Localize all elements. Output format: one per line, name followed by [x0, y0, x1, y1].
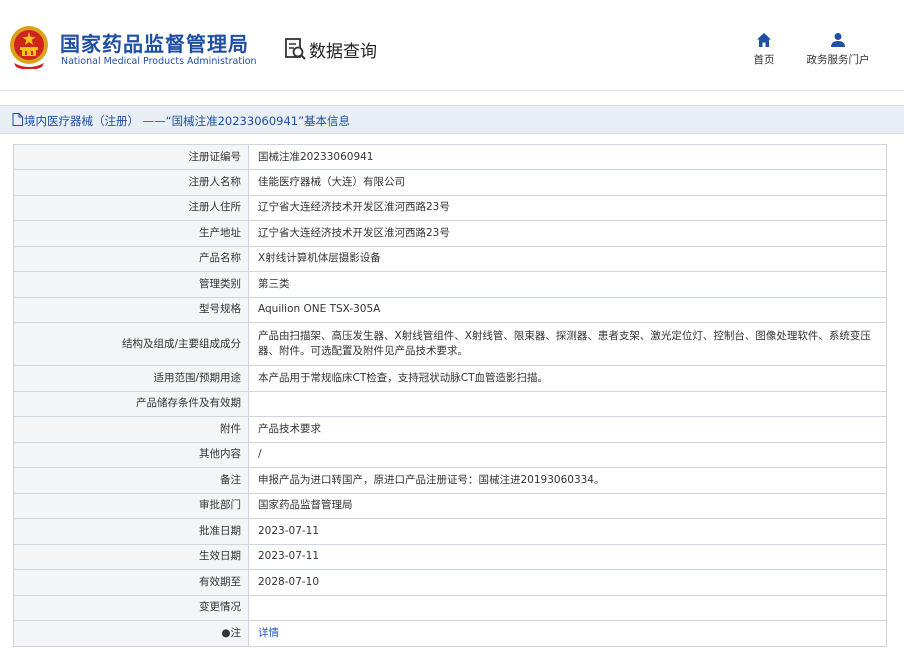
table-row: 附件 产品技术要求	[13, 416, 887, 443]
field-label: 注册人名称	[13, 169, 249, 196]
table-row: 审批部门 国家药品监督管理局	[13, 492, 887, 519]
table-row: 型号规格 Aquilion ONE TSX-305A	[13, 296, 887, 323]
field-label: ●注	[13, 620, 249, 647]
nav-service-portal[interactable]: 政务服务门户	[800, 32, 876, 67]
table-row: 适用范围/预期用途 本产品用于常规临床CT检查，支持冠状动脉CT血管造影扫描。	[13, 365, 887, 392]
field-label: 变更情况	[13, 594, 249, 621]
field-value: 2023-07-11	[248, 518, 887, 545]
table-row: 其他内容 /	[13, 441, 887, 468]
field-value: 详情	[248, 620, 887, 647]
table-row: 生效日期 2023-07-11	[13, 543, 887, 570]
site-header: 国家药品监督管理局 National Medical Products Admi…	[0, 0, 904, 92]
table-row: 注册证编号 国械注准20233060941	[13, 144, 887, 170]
field-label: 适用范围/预期用途	[13, 365, 249, 392]
table-row: 注册人名称 佳能医疗器械（大连）有限公司	[13, 169, 887, 196]
home-icon	[757, 33, 771, 47]
document-icon	[12, 113, 23, 126]
nav-home[interactable]: 首页	[744, 32, 784, 67]
details-link[interactable]: 详情	[258, 627, 279, 639]
field-label: 产品名称	[13, 245, 249, 272]
field-label: 产品储存条件及有效期	[13, 390, 249, 417]
field-value: 产品由扫描架、高压发生器、X射线管组件、X射线管、限束器、探测器、患者支架、激光…	[248, 322, 887, 366]
field-label: 注册证编号	[13, 144, 249, 170]
field-value: 2028-07-10	[248, 569, 887, 596]
field-value: 佳能医疗器械（大连）有限公司	[248, 169, 887, 196]
field-label: 其他内容	[13, 441, 249, 468]
field-value	[248, 390, 887, 417]
nav-portal-label: 政务服务门户	[806, 54, 870, 66]
org-name-cn: 国家药品监督管理局	[60, 32, 249, 56]
field-label: 附件	[13, 416, 249, 443]
field-label: 备注	[13, 467, 249, 494]
field-label: 注册人住所	[13, 194, 249, 221]
table-row: 产品名称 X射线计算机体层摄影设备	[13, 245, 887, 272]
field-label: 批准日期	[13, 518, 249, 545]
field-value: 申报产品为进口转国产，原进口产品注册证号：国械注进20193060334。	[248, 467, 887, 494]
breadcrumb-title: 境内医疗器械（注册） ——“国械注准20233060941”基本信息	[24, 114, 351, 128]
field-label: 型号规格	[13, 296, 249, 323]
national-emblem-icon	[10, 26, 48, 69]
user-icon	[831, 33, 845, 47]
section-title: 数据查询	[309, 42, 377, 62]
field-value: X射线计算机体层摄影设备	[248, 245, 887, 272]
field-label: 生产地址	[13, 220, 249, 247]
field-value: 产品技术要求	[248, 416, 887, 443]
table-row: 结构及组成/主要组成成分 产品由扫描架、高压发生器、X射线管组件、X射线管、限束…	[13, 322, 887, 366]
table-row: 管理类别 第三类	[13, 271, 887, 298]
org-name-en: National Medical Products Administration	[61, 56, 257, 67]
field-value: 第三类	[248, 271, 887, 298]
table-row: 有效期至 2028-07-10	[13, 569, 887, 596]
field-value: /	[248, 441, 887, 468]
field-value	[248, 594, 887, 621]
field-value: Aquilion ONE TSX-305A	[248, 296, 887, 323]
detail-titlebar: 境内医疗器械（注册） ——“国械注准20233060941”基本信息	[0, 105, 904, 134]
field-label: 结构及组成/主要组成成分	[13, 322, 249, 366]
field-value: 辽宁省大连经济技术开发区淮河西路23号	[248, 194, 887, 221]
table-row: 生产地址 辽宁省大连经济技术开发区淮河西路23号	[13, 220, 887, 247]
header-divider	[0, 90, 904, 91]
detail-table: 注册证编号 国械注准20233060941 注册人名称 佳能医疗器械（大连）有限…	[13, 144, 887, 647]
field-label: 审批部门	[13, 492, 249, 519]
field-label: 生效日期	[13, 543, 249, 570]
table-row: 变更情况	[13, 594, 887, 621]
field-value: 2023-07-11	[248, 543, 887, 570]
field-value: 辽宁省大连经济技术开发区淮河西路23号	[248, 220, 887, 247]
field-value: 国家药品监督管理局	[248, 492, 887, 519]
table-row: 注册人住所 辽宁省大连经济技术开发区淮河西路23号	[13, 194, 887, 221]
field-label: 有效期至	[13, 569, 249, 596]
table-row: 批准日期 2023-07-11	[13, 518, 887, 545]
nav-home-label: 首页	[753, 54, 775, 66]
table-row: 产品储存条件及有效期	[13, 390, 887, 417]
field-label: 管理类别	[13, 271, 249, 298]
table-row: ●注 详情	[13, 620, 887, 647]
search-document-icon	[285, 38, 306, 60]
table-row: 备注 申报产品为进口转国产，原进口产品注册证号：国械注进20193060334。	[13, 467, 887, 494]
field-value: 本产品用于常规临床CT检查，支持冠状动脉CT血管造影扫描。	[248, 365, 887, 392]
field-value: 国械注准20233060941	[248, 144, 887, 170]
